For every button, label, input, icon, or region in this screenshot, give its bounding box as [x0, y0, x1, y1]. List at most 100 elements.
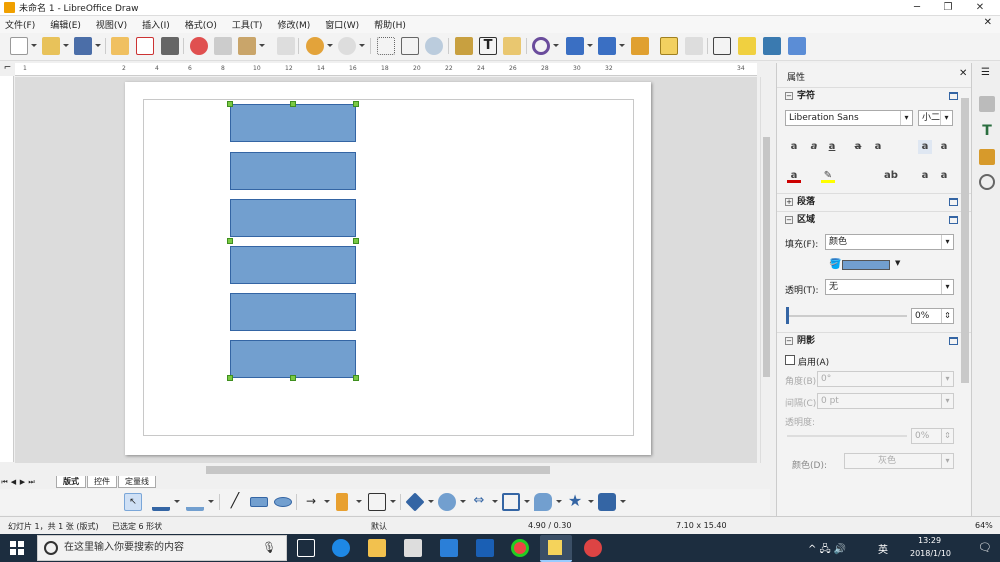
more-options-icon[interactable]	[949, 198, 958, 206]
superscript-icon[interactable]: a	[918, 169, 932, 183]
tab-controls[interactable]: 控件	[87, 476, 117, 488]
zoom-icon[interactable]	[425, 37, 443, 55]
chevron-down-icon[interactable]	[553, 44, 559, 47]
chrome-icon[interactable]	[511, 539, 529, 557]
print-icon[interactable]	[161, 37, 179, 55]
app-icon[interactable]	[584, 539, 602, 557]
new-document-icon[interactable]	[10, 37, 28, 55]
minimize-button[interactable]: ─	[903, 0, 931, 16]
file-explorer-icon[interactable]	[368, 539, 386, 557]
section-shadow[interactable]: − 阴影	[777, 332, 972, 348]
toggle-extrusion-icon[interactable]	[763, 37, 781, 55]
selection-handle[interactable]	[227, 101, 233, 107]
prev-tab-icon[interactable]: ◀	[9, 478, 18, 486]
menu-window[interactable]: 窗口(W)	[325, 18, 359, 31]
points-icon[interactable]	[713, 37, 731, 55]
basic-shapes-icon[interactable]	[405, 492, 425, 512]
chevron-down-icon[interactable]	[324, 500, 330, 503]
selection-handle[interactable]	[290, 101, 296, 107]
chevron-down-icon[interactable]	[492, 500, 498, 503]
chevron-down-icon[interactable]	[259, 44, 265, 47]
horizontal-scrollbar[interactable]	[206, 464, 760, 476]
zoom-level[interactable]: 64%	[975, 521, 993, 530]
highlight-icon[interactable]: ✎	[821, 169, 835, 183]
chevron-down-icon[interactable]	[588, 500, 594, 503]
connector-icon[interactable]	[368, 493, 386, 511]
menu-tools[interactable]: 工具(T)	[232, 18, 263, 31]
section-paragraph[interactable]: + 段落	[777, 193, 972, 209]
menu-insert[interactable]: 插入(I)	[142, 18, 170, 31]
tab-layout[interactable]: 版式	[56, 476, 86, 488]
first-tab-icon[interactable]: ⏮	[0, 478, 9, 487]
chevron-down-icon[interactable]	[208, 500, 214, 503]
rectangle-shape[interactable]	[230, 293, 356, 331]
grid-icon[interactable]	[377, 37, 395, 55]
fill-type-select[interactable]: 颜色 ▾	[825, 234, 954, 250]
open-folder-icon[interactable]	[42, 37, 60, 55]
shadowed-icon[interactable]: a	[871, 140, 885, 154]
underline-icon[interactable]: a	[825, 140, 839, 154]
chevron-down-icon[interactable]	[95, 44, 101, 47]
block-arrows-icon[interactable]: ⇔	[470, 493, 488, 511]
shadow-color-select[interactable]: 灰色 ▾	[844, 453, 954, 469]
rectangle-shape[interactable]	[230, 199, 356, 237]
subscript-icon[interactable]: a	[937, 169, 951, 183]
ime-indicator[interactable]: 英	[878, 541, 888, 556]
rotate-icon[interactable]	[532, 37, 550, 55]
line-color-icon[interactable]	[152, 493, 170, 511]
selection-handle[interactable]	[227, 238, 233, 244]
shadow-transparency-slider[interactable]	[787, 435, 907, 437]
3d-objects-icon[interactable]	[598, 493, 616, 511]
curve-icon[interactable]	[336, 493, 348, 511]
chevron-down-icon[interactable]	[524, 500, 530, 503]
decrease-font-icon[interactable]: a	[937, 140, 951, 154]
align-icon[interactable]	[566, 37, 584, 55]
copy-icon[interactable]	[214, 37, 232, 55]
cut-icon[interactable]	[190, 37, 208, 55]
menu-help[interactable]: 帮助(H)	[374, 18, 406, 31]
font-name-select[interactable]: Liberation Sans ▾	[785, 110, 913, 126]
sidebar-scrollbar[interactable]	[961, 98, 969, 383]
menu-modify[interactable]: 修改(M)	[277, 18, 310, 31]
helplines-icon[interactable]	[401, 37, 419, 55]
callouts-icon[interactable]	[534, 493, 552, 511]
microphone-icon[interactable]: 🎙	[262, 536, 276, 560]
selection-handle[interactable]	[353, 101, 359, 107]
ellipse-icon[interactable]	[274, 497, 292, 507]
clone-formatting-icon[interactable]	[277, 37, 295, 55]
section-area[interactable]: − 区域	[777, 211, 972, 227]
chevron-down-icon[interactable]	[31, 44, 37, 47]
stars-icon[interactable]: ★	[566, 493, 584, 511]
transparency-slider[interactable]	[787, 315, 907, 317]
scrollbar-thumb[interactable]	[206, 466, 550, 474]
more-options-icon[interactable]	[949, 337, 958, 345]
scrollbar-thumb[interactable]	[763, 137, 770, 377]
more-options-icon[interactable]	[949, 216, 958, 224]
bold-icon[interactable]: a	[787, 140, 801, 154]
insert-fontwork-icon[interactable]	[503, 37, 521, 55]
clock-time[interactable]: 13:29	[918, 536, 941, 545]
windows-start-icon[interactable]	[10, 541, 24, 555]
chevron-down-icon[interactable]	[620, 500, 626, 503]
insert-text-icon[interactable]: T	[479, 37, 497, 55]
task-view-icon[interactable]	[297, 539, 315, 557]
selection-handle[interactable]	[290, 375, 296, 381]
notifications-icon[interactable]: 🗨	[978, 541, 992, 554]
navigator-icon[interactable]	[979, 174, 995, 190]
paste-icon[interactable]	[238, 37, 256, 55]
menu-format[interactable]: 格式(O)	[185, 18, 217, 31]
more-options-icon[interactable]	[949, 92, 958, 100]
crop-icon[interactable]	[685, 37, 703, 55]
menu-view[interactable]: 视图(V)	[96, 18, 127, 31]
export-pdf-icon[interactable]	[136, 37, 154, 55]
taskbar-search-box[interactable]: 在这里输入你要搜索的内容 🎙	[37, 535, 287, 561]
symbol-shapes-icon[interactable]	[438, 493, 456, 511]
save-icon[interactable]	[74, 37, 92, 55]
shadow-distance-select[interactable]: 0 pt ▾	[817, 393, 954, 409]
rectangle-shape[interactable]	[230, 104, 356, 142]
store-icon[interactable]	[440, 539, 458, 557]
menu-edit[interactable]: 编辑(E)	[50, 18, 81, 31]
close-document-icon[interactable]: ✕	[984, 17, 992, 28]
maximize-button[interactable]: ❐	[934, 0, 962, 16]
arrow-line-icon[interactable]: →	[302, 493, 320, 511]
